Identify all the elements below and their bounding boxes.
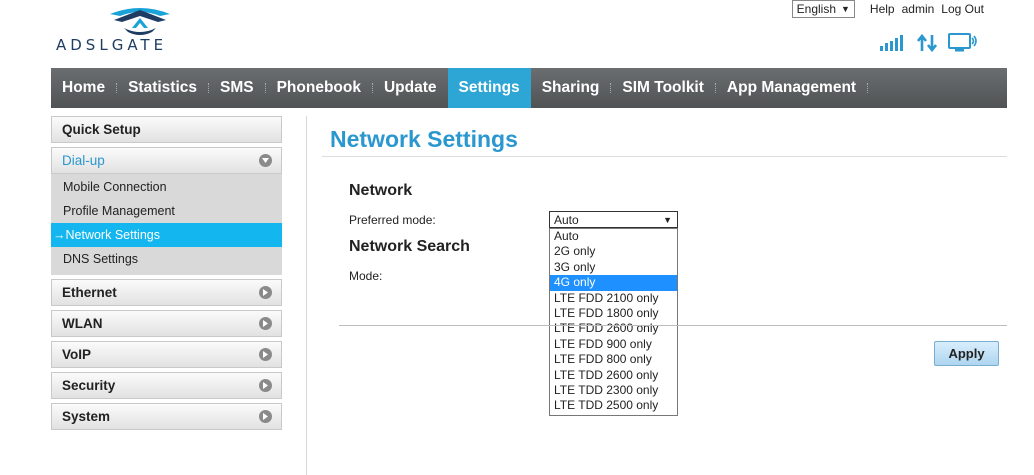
option-lte-fdd-1800[interactable]: LTE FDD 1800 only xyxy=(550,306,677,321)
preferred-mode-dropdown: Auto 2G only 3G only 4G only LTE FDD 210… xyxy=(549,228,678,416)
signal-icon xyxy=(880,35,903,51)
status-icons xyxy=(880,33,978,53)
logo-emblem-icon xyxy=(110,8,170,35)
sidebar-item-label: Ethernet xyxy=(62,285,117,300)
help-link[interactable]: Help xyxy=(870,2,895,16)
preferred-mode-select[interactable]: Auto ▼ xyxy=(549,211,678,228)
sidebar-item-label: Dial-up xyxy=(62,153,105,168)
nav-sms[interactable]: SMS xyxy=(209,68,265,108)
nav-separator xyxy=(867,83,869,93)
pc-connection-icon xyxy=(948,33,977,52)
sidebar-item-label: System xyxy=(62,409,111,424)
logout-link[interactable]: Log Out xyxy=(941,2,984,16)
option-lte-tdd-2600[interactable]: LTE TDD 2600 only xyxy=(550,368,677,383)
option-2g-only[interactable]: 2G only xyxy=(550,244,677,259)
main-nav: Home Statistics SMS Phonebook Update Set… xyxy=(51,68,1007,108)
option-auto[interactable]: Auto xyxy=(550,229,677,244)
network-search-heading: Network Search xyxy=(349,238,470,255)
chevron-right-icon xyxy=(259,410,272,423)
chevron-right-icon xyxy=(259,286,272,299)
chevron-down-icon: ▼ xyxy=(663,214,672,225)
sidebar-ethernet[interactable]: Ethernet xyxy=(51,279,282,306)
nav-sim-toolkit[interactable]: SIM Toolkit xyxy=(611,68,715,108)
sidebar-item-network-settings[interactable]: → Network Settings xyxy=(51,223,282,247)
nav-phonebook[interactable]: Phonebook xyxy=(266,68,372,108)
user-link[interactable]: admin xyxy=(902,2,935,16)
form-divider xyxy=(339,325,1007,326)
apply-button[interactable]: Apply xyxy=(934,341,999,366)
option-lte-fdd-2100[interactable]: LTE FDD 2100 only xyxy=(550,291,677,306)
option-lte-tdd-2500[interactable]: LTE TDD 2500 only xyxy=(550,398,677,413)
nav-home[interactable]: Home xyxy=(51,68,116,108)
logo-text: ADSLGATE xyxy=(56,36,168,54)
nav-settings[interactable]: Settings xyxy=(447,68,531,108)
sidebar-voip[interactable]: VoIP xyxy=(51,341,282,368)
sidebar-item-profile-management[interactable]: Profile Management xyxy=(51,199,282,223)
preferred-mode-value: Auto xyxy=(554,212,579,227)
sidebar-item-label: Network Settings xyxy=(65,228,160,242)
sidebar-item-label: Quick Setup xyxy=(62,122,141,137)
sidebar-security[interactable]: Security xyxy=(51,372,282,399)
sidebar-quick-setup[interactable]: Quick Setup xyxy=(51,116,282,143)
sidebar-item-label: WLAN xyxy=(62,316,103,331)
nav-sharing[interactable]: Sharing xyxy=(531,68,611,108)
option-4g-only[interactable]: 4G only xyxy=(550,275,677,291)
mode-label: Mode: xyxy=(349,269,383,283)
option-3g-only[interactable]: 3G only xyxy=(550,260,677,275)
sidebar-item-mobile-connection[interactable]: Mobile Connection xyxy=(51,175,282,199)
chevron-right-icon xyxy=(259,379,272,392)
sidebar-item-dns-settings[interactable]: DNS Settings xyxy=(51,247,282,271)
nav-update[interactable]: Update xyxy=(373,68,448,108)
chevron-down-icon: ▼ xyxy=(841,4,850,14)
sidebar-item-label: VoIP xyxy=(62,347,92,362)
sidebar: Quick Setup Dial-up Mobile Connection Pr… xyxy=(51,116,282,434)
router-admin-page: ADSLGATE English ▼ Help admin Log Out Ho… xyxy=(0,0,1034,475)
chevron-right-icon xyxy=(259,317,272,330)
language-select[interactable]: English ▼ xyxy=(791,0,855,18)
sidebar-dialup[interactable]: Dial-up xyxy=(51,147,282,174)
arrow-right-icon: → xyxy=(53,228,66,242)
sidebar-item-label: Security xyxy=(62,378,116,393)
title-divider xyxy=(322,156,1007,157)
page-title: Network Settings xyxy=(330,126,518,152)
chevron-right-icon xyxy=(259,348,272,361)
preferred-mode-label: Preferred mode: xyxy=(349,213,436,227)
nav-app-management[interactable]: App Management xyxy=(716,68,867,108)
option-lte-fdd-800[interactable]: LTE FDD 800 only xyxy=(550,352,677,367)
language-value: English xyxy=(796,2,836,16)
content-divider xyxy=(306,116,307,475)
option-lte-fdd-900[interactable]: LTE FDD 900 only xyxy=(550,337,677,352)
option-lte-tdd-2300[interactable]: LTE TDD 2300 only xyxy=(550,383,677,398)
sidebar-system[interactable]: System xyxy=(51,403,282,430)
top-bar: English ▼ Help admin Log Out xyxy=(791,0,984,18)
chevron-down-icon xyxy=(259,154,272,167)
sidebar-wlan[interactable]: WLAN xyxy=(51,310,282,337)
network-heading: Network xyxy=(349,182,413,199)
data-transfer-icon xyxy=(917,34,937,52)
option-lte-fdd-2600[interactable]: LTE FDD 2600 only xyxy=(550,321,677,336)
nav-statistics[interactable]: Statistics xyxy=(117,68,208,108)
dialup-submenu: Mobile Connection Profile Management → N… xyxy=(51,174,282,275)
